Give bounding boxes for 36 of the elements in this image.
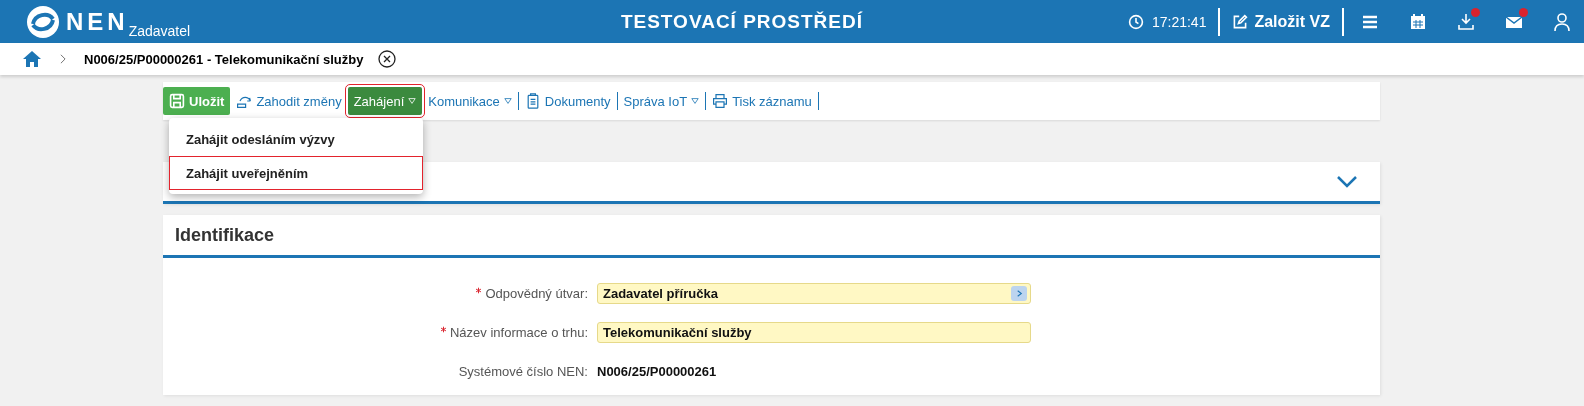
menu-item[interactable]: Zahájit uveřejněním <box>169 156 423 190</box>
toolbar-button[interactable]: Dokumenty <box>518 87 617 115</box>
toolbar-button[interactable]: Tisk záznamu <box>706 87 818 115</box>
breadcrumb-title: N006/25/P00000261 - Telekomunikační služby <box>84 51 364 67</box>
toolbar-button[interactable]: Uložit <box>163 87 231 115</box>
toolbar-button[interactable]: Správa IoT <box>617 87 706 115</box>
clock-icon <box>1127 13 1144 30</box>
logo-icon <box>26 4 60 39</box>
save-icon <box>169 93 185 109</box>
field-value: N006/25/P00000261 <box>597 364 717 379</box>
dropdown-triangle-icon <box>691 97 700 105</box>
environment-title: TESTOVACÍ PROSTŘEDÍ <box>619 10 864 33</box>
clock-time: 17:21:41 <box>1151 13 1207 30</box>
printer-icon <box>712 93 729 109</box>
menu-item[interactable]: Zahájit odesláním výzvy <box>169 122 423 156</box>
calendar-icon[interactable] <box>1408 11 1428 32</box>
create-button[interactable]: Založit VZ <box>1220 12 1342 31</box>
field-label: Systémové číslo NEN: <box>458 364 588 379</box>
input-field[interactable]: Telekomunikační služby <box>597 322 1031 343</box>
home-icon[interactable] <box>22 49 42 69</box>
role-label: Zadavatel <box>128 22 191 39</box>
close-icon[interactable] <box>377 49 398 69</box>
toolbar-button[interactable]: Zahodit změny <box>230 87 348 115</box>
toolbar-button[interactable]: Zahájení <box>347 87 423 115</box>
edit-icon <box>1232 13 1249 30</box>
dropdown-triangle-icon <box>503 97 512 105</box>
user-icon[interactable] <box>1552 11 1572 32</box>
section-title: Identifikace <box>163 215 1380 258</box>
chevron-down-icon[interactable] <box>1336 174 1358 189</box>
field-label: Odpovědný útvar: <box>485 286 588 301</box>
input-field[interactable]: Zadavatel příručka <box>597 283 1031 304</box>
field-label: Název informace o trhu: <box>450 325 588 340</box>
toolbar-button[interactable]: Komunikace <box>422 87 518 115</box>
dropdown-triangle-icon <box>408 97 417 105</box>
download-icon[interactable] <box>1456 11 1476 32</box>
logo-text: NEN <box>66 7 129 36</box>
